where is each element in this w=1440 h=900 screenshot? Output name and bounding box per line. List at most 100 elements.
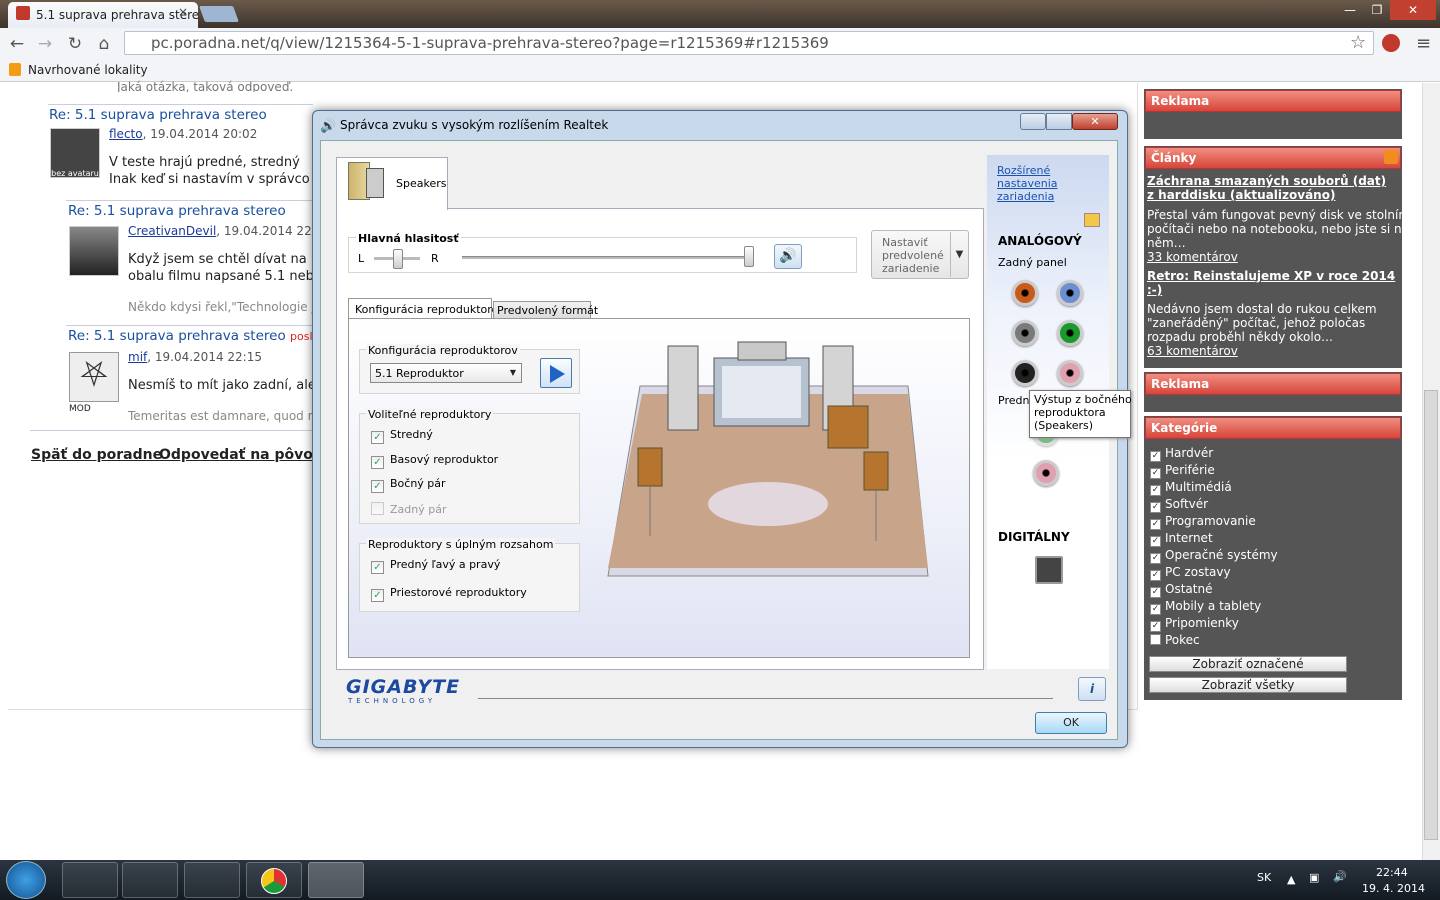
dialog-close-button[interactable]: ✕ bbox=[1072, 113, 1118, 130]
calculator-taskbar-icon[interactable] bbox=[122, 862, 178, 898]
article-title[interactable]: Záchrana smazaných souborů (dat) z hardd… bbox=[1147, 174, 1395, 202]
advanced-settings-link-line[interactable]: nastavenia bbox=[997, 177, 1058, 190]
explorer-taskbar-icon[interactable] bbox=[62, 862, 118, 898]
tab-close-icon[interactable]: × bbox=[178, 5, 188, 19]
realtek-taskbar-icon[interactable] bbox=[308, 862, 364, 898]
chevron-down-icon[interactable]: ▼ bbox=[950, 232, 968, 277]
category-item[interactable]: ✓ Ostatné bbox=[1150, 582, 1212, 598]
article-comments-link[interactable]: 33 komentárov bbox=[1147, 250, 1238, 264]
chrome-taskbar-icon[interactable] bbox=[246, 862, 302, 898]
show-all-button[interactable]: Zobraziť všetky bbox=[1149, 677, 1347, 693]
category-checkbox[interactable]: ✓ bbox=[1150, 519, 1161, 530]
bookmark-suggested[interactable]: Navrhované lokality bbox=[28, 63, 148, 77]
scrollbar-thumb[interactable] bbox=[1424, 390, 1438, 840]
speaker-option[interactable]: ✓ Predný ľavý a pravý bbox=[371, 558, 500, 574]
category-item[interactable]: ✓ Softvér bbox=[1150, 497, 1208, 513]
address-bar[interactable]: pc.poradna.net/q/view/1215364-5-1-suprav… bbox=[124, 31, 1374, 55]
jack-blue[interactable] bbox=[1057, 280, 1083, 306]
reply-link[interactable]: Odpovedať na pôvod bbox=[159, 447, 313, 463]
category-checkbox[interactable]: ✓ bbox=[1150, 570, 1161, 581]
menu-icon[interactable]: ≡ bbox=[1416, 33, 1431, 54]
category-item[interactable]: ✓ Periférie bbox=[1150, 463, 1215, 479]
category-checkbox[interactable]: ✓ bbox=[1150, 621, 1161, 632]
speaker-config-select[interactable]: 5.1 Reproduktor ▼ bbox=[370, 363, 522, 383]
home-icon[interactable]: ⌂ bbox=[93, 34, 115, 54]
browser-tab[interactable]: 5.1 suprava prehrava stere bbox=[8, 2, 198, 28]
category-checkbox[interactable]: ✓ bbox=[1150, 536, 1161, 547]
category-item[interactable]: ✓ Hardvér bbox=[1150, 446, 1213, 462]
category-checkbox[interactable]: ✓ bbox=[1150, 587, 1161, 598]
category-checkbox[interactable]: ✓ bbox=[1150, 451, 1161, 462]
ok-button[interactable]: OK bbox=[1035, 712, 1107, 734]
network-icon[interactable]: ▣ bbox=[1309, 871, 1319, 884]
option-checkbox[interactable]: ✓ bbox=[371, 561, 384, 574]
close-window-button[interactable]: ✕ bbox=[1390, 0, 1436, 20]
option-checkbox[interactable]: ✓ bbox=[371, 480, 384, 493]
folder-icon[interactable] bbox=[1084, 213, 1100, 227]
balance-slider[interactable] bbox=[393, 249, 403, 269]
jack-green[interactable] bbox=[1057, 320, 1083, 346]
clock-time[interactable]: 22:44 bbox=[1376, 866, 1408, 879]
category-checkbox[interactable]: ✓ bbox=[1150, 468, 1161, 479]
advanced-settings-link-line[interactable]: zariadenia bbox=[997, 190, 1054, 203]
back-icon[interactable]: ← bbox=[6, 34, 28, 54]
post-author[interactable]: CreativanDevil bbox=[128, 224, 216, 238]
option-checkbox[interactable] bbox=[371, 501, 384, 515]
jack-orange[interactable] bbox=[1012, 280, 1038, 306]
minimize-button[interactable]: — bbox=[1336, 0, 1364, 20]
option-checkbox[interactable]: ✓ bbox=[371, 589, 384, 602]
advanced-settings-link-line[interactable]: Rozšírené bbox=[997, 164, 1050, 177]
clock-date[interactable]: 19. 4. 2014 bbox=[1362, 882, 1425, 895]
category-checkbox[interactable]: ✓ bbox=[1150, 553, 1161, 564]
article-title[interactable]: Retro: Reinstalujeme XP v roce 2014 :-) bbox=[1147, 269, 1399, 297]
media-taskbar-icon[interactable] bbox=[184, 862, 240, 898]
category-item[interactable]: ✓ Internet bbox=[1150, 531, 1213, 547]
article-comments-link[interactable]: 63 komentárov bbox=[1147, 344, 1238, 358]
extension-icon[interactable] bbox=[1382, 34, 1400, 52]
jack-pink[interactable] bbox=[1057, 360, 1083, 386]
speaker-option[interactable]: ✓ Basový reproduktor bbox=[371, 453, 498, 469]
category-item[interactable]: ✓ Multimédiá bbox=[1150, 480, 1232, 496]
category-checkbox[interactable]: ✓ bbox=[1150, 502, 1161, 513]
category-item[interactable]: ✓ Mobily a tablety bbox=[1150, 599, 1261, 615]
speaker-option[interactable]: ✓ Bočný pár bbox=[371, 477, 446, 493]
speaker-option[interactable]: ✓ Stredný bbox=[371, 428, 433, 444]
option-checkbox[interactable]: ✓ bbox=[371, 455, 384, 469]
post-title[interactable]: Re: 5.1 suprava prehrava stereo bbox=[49, 107, 267, 123]
category-item[interactable]: ✓ PC zostavy bbox=[1150, 565, 1231, 581]
tab-speaker-config[interactable]: Konfigurácia reproduktorov bbox=[348, 298, 505, 319]
category-item[interactable]: Pokec bbox=[1150, 633, 1200, 647]
category-item[interactable]: ✓ Pripomienky bbox=[1150, 616, 1239, 632]
category-checkbox[interactable]: ✓ bbox=[1150, 485, 1161, 496]
reload-icon[interactable]: ↻ bbox=[64, 34, 86, 54]
language-indicator[interactable]: SK bbox=[1257, 871, 1271, 884]
dialog-minimize-button[interactable] bbox=[1020, 113, 1046, 130]
jack-front-pink[interactable] bbox=[1033, 460, 1059, 486]
post-author[interactable]: flecto bbox=[109, 127, 143, 141]
info-button[interactable]: i bbox=[1078, 677, 1106, 701]
jack-black[interactable] bbox=[1012, 360, 1038, 386]
category-item[interactable]: ✓ Programovanie bbox=[1150, 514, 1256, 530]
post-author[interactable]: mif bbox=[128, 350, 147, 364]
maximize-button[interactable]: ❐ bbox=[1364, 0, 1390, 20]
back-to-forum-link[interactable]: Späť do poradne bbox=[31, 447, 162, 463]
forward-icon[interactable]: → bbox=[34, 34, 56, 54]
volume-tray-icon[interactable]: 🔊 bbox=[1333, 870, 1347, 883]
start-button[interactable] bbox=[6, 861, 46, 899]
speaker-option[interactable]: Zadný pár bbox=[371, 501, 446, 516]
category-item[interactable]: ✓ Operačné systémy bbox=[1150, 548, 1278, 564]
volume-slider[interactable] bbox=[744, 246, 754, 267]
bookmark-star-icon[interactable]: ☆ bbox=[1350, 32, 1366, 53]
rss-icon[interactable] bbox=[1384, 150, 1398, 164]
post-title[interactable]: Re: 5.1 suprava prehrava stereo bbox=[68, 328, 286, 344]
mute-speaker-icon[interactable]: 🔊 bbox=[774, 244, 802, 269]
jack-gray[interactable] bbox=[1012, 320, 1038, 346]
option-checkbox[interactable]: ✓ bbox=[371, 431, 384, 444]
spdif-icon[interactable] bbox=[1035, 556, 1063, 584]
category-checkbox[interactable] bbox=[1150, 634, 1161, 645]
post-title[interactable]: Re: 5.1 suprava prehrava stereo bbox=[68, 203, 286, 219]
dialog-maximize-button[interactable] bbox=[1046, 113, 1072, 130]
show-marked-button[interactable]: Zobraziť označené bbox=[1149, 656, 1347, 672]
play-test-button[interactable] bbox=[540, 358, 572, 388]
tray-expand-icon[interactable]: ▲ bbox=[1287, 873, 1295, 886]
